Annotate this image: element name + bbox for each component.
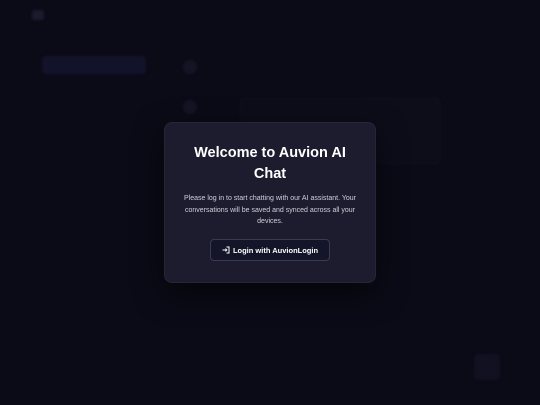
modal-title: Welcome to Auvion AI Chat [194,145,346,182]
login-button-label: Login with AuvionLogin [232,245,319,255]
modal-message: Please log in to start chatting with our… [184,195,356,225]
login-button[interactable]: Login with AuvionLogin [210,239,330,261]
login-modal: Welcome to Auvion AI Chat Please log in … [164,122,376,283]
sign-in-icon [222,246,230,254]
app-window: Welcome to Auvion AI Chat Please log in … [0,0,540,405]
